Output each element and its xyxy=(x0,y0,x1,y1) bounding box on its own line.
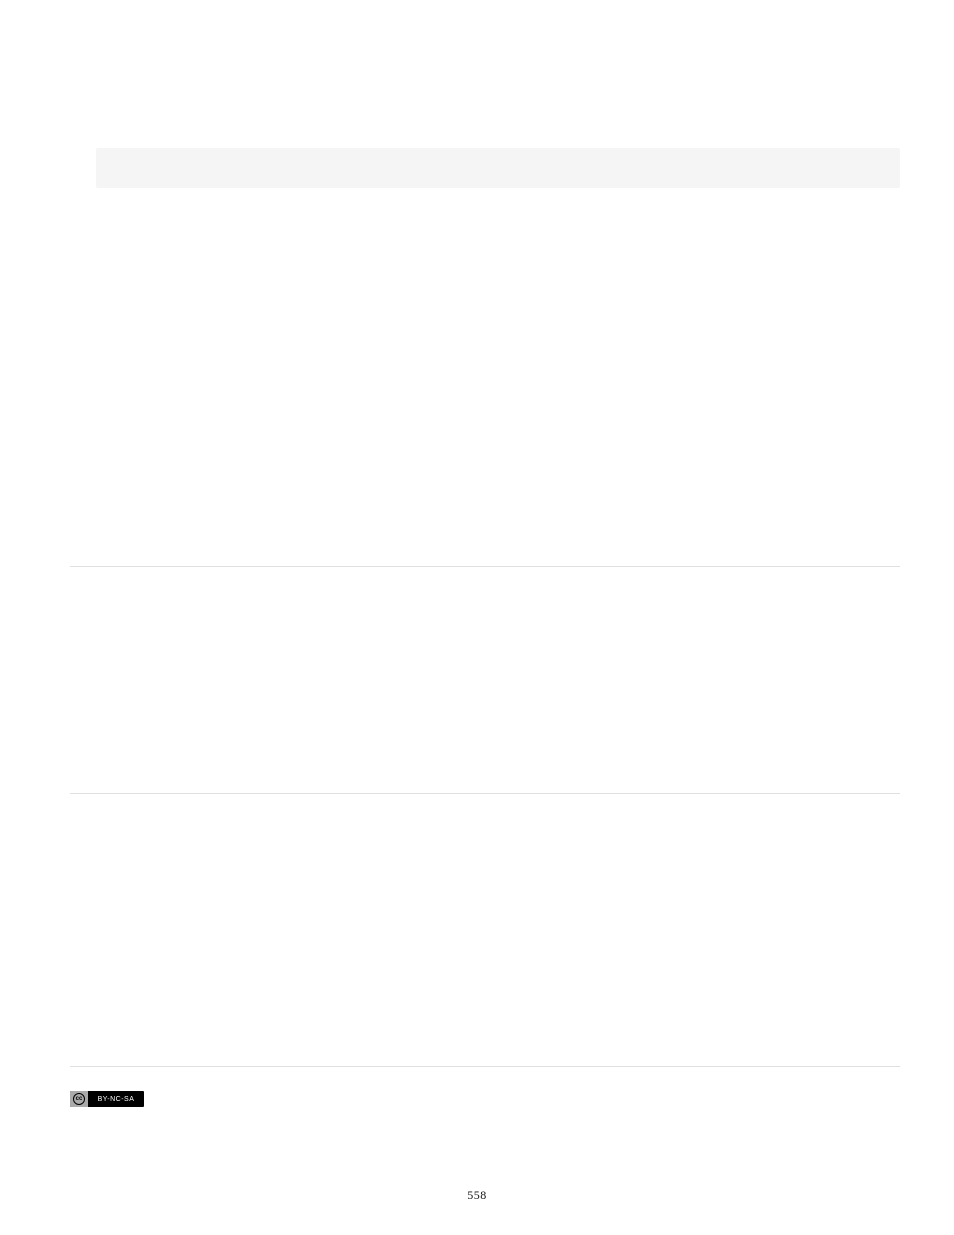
code-block-placeholder xyxy=(96,148,900,188)
license-area: cc BY-NC-SA xyxy=(70,1091,900,1112)
section-divider xyxy=(70,793,900,794)
document-page: cc BY-NC-SA 558 xyxy=(0,0,954,1235)
cc-license-badge-icon: cc BY-NC-SA xyxy=(70,1091,144,1107)
section-divider xyxy=(70,1066,900,1067)
cc-logo-text: cc xyxy=(73,1093,85,1105)
section-divider xyxy=(70,566,900,567)
cc-license-terms-text: BY-NC-SA xyxy=(88,1091,144,1107)
page-number: 558 xyxy=(0,1188,954,1203)
